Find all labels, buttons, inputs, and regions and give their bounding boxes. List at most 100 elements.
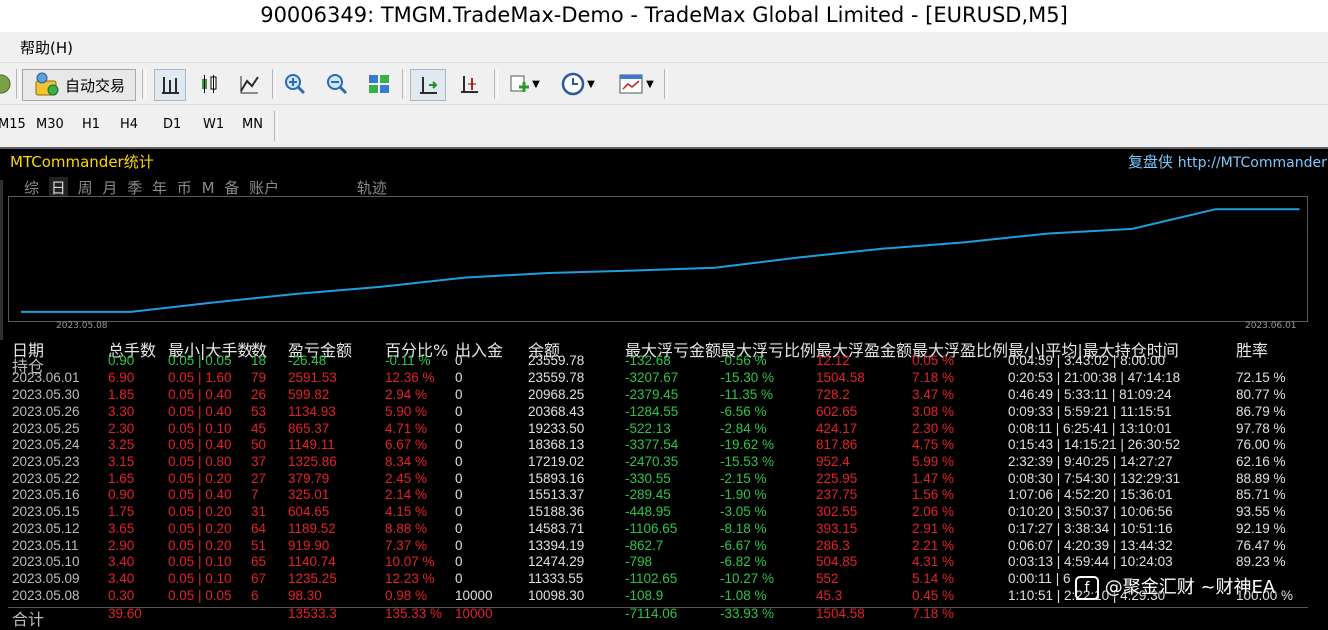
cell-maxloss: -289.45 (625, 487, 671, 503)
cell-lots: 0.30 (108, 587, 135, 603)
timeframe-m30[interactable]: M30 (36, 117, 64, 132)
cell-balance: 15188.36 (528, 504, 585, 520)
cell-maxprofit-pct: 2.06 % (912, 504, 955, 520)
table-row: 2023.05.15 1.75 0.05 | 0.20 31 604.65 4.15 % 0… (0, 504, 1310, 521)
tab-yearly[interactable]: 年 (152, 177, 167, 198)
globe-icon[interactable] (0, 69, 12, 99)
cell-inout: 10000 (455, 587, 493, 603)
equity-point (630, 269, 633, 272)
watermark-text: @聚金汇财 ~财神EA (1104, 577, 1276, 598)
x-tick-start: 2023.05.08 (56, 321, 108, 331)
cell-date: 2023.05.08 (12, 587, 80, 603)
tab-currency[interactable]: 币 (177, 177, 192, 198)
tab-quarterly[interactable]: 季 (127, 177, 142, 198)
holding-row: 持仓 0.90 0.05 | 0.05 18 -26.48 -0.11 % 0 23559.7… (0, 352, 1310, 376)
cell-times: 0:09:33 | 5:59:21 | 11:15:51 (1008, 403, 1172, 419)
line-chart-icon[interactable] (234, 69, 264, 99)
cell-maxprofit-pct: 0.45 % (912, 587, 955, 603)
cell-count: 51 (251, 537, 267, 553)
cell-pct: 12.23 % (385, 571, 435, 587)
cell-pct: 2.14 % (385, 487, 428, 503)
cell-inout: 0 (455, 420, 463, 436)
auto-trading-icon (35, 72, 59, 96)
zoom-out-icon[interactable] (322, 69, 352, 99)
cell-minmax: 0.05 | 0.20 (168, 537, 232, 553)
timeframe-w1[interactable]: W1 (203, 117, 224, 132)
cell-winrate: 97.78 % (1236, 420, 1286, 436)
cell-balance: 23559.78 (528, 352, 585, 368)
tab-trajectory[interactable]: 轨迹 (357, 177, 387, 198)
cell-maxloss: -2470.35 (625, 454, 679, 470)
tile-windows-icon[interactable] (364, 69, 394, 99)
zoom-in-icon[interactable] (280, 69, 310, 99)
cell-minmax: 0.05 | 0.10 (168, 571, 232, 587)
chart-shift-icon[interactable] (452, 69, 486, 99)
cell-pct: -0.11 % (385, 352, 431, 368)
cell-maxloss-pct: -6.82 % (720, 554, 767, 570)
tab-summary[interactable]: 综 (24, 177, 39, 198)
auto-trading-button[interactable]: 自动交易 (22, 69, 136, 101)
cell-winrate: 62.16 % (1236, 454, 1286, 470)
cell-balance: 18368.13 (528, 437, 585, 453)
cell-balance: 20968.25 (528, 387, 585, 403)
periods-menu-button[interactable]: ▼ (556, 69, 600, 99)
cell-minmax: 0.05 | 0.20 (168, 470, 232, 486)
total-divider (8, 607, 1308, 608)
cell-pnl: 599.82 (288, 387, 330, 403)
cell-inout: 0 (455, 537, 463, 553)
bar-chart-icon[interactable] (154, 69, 186, 101)
cell-times: 0:08:11 | 6:25:41 | 13:10:01 (1008, 420, 1172, 436)
cell-balance: 10098.30 (528, 587, 585, 603)
cell-date: 2023.05.15 (12, 504, 80, 520)
timeframe-m15[interactable]: M15 (0, 117, 26, 132)
tab-account[interactable]: 账户 (249, 177, 279, 198)
indicators-menu-button[interactable]: ▼ (502, 69, 546, 99)
tab-weekly[interactable]: 周 (78, 177, 93, 198)
cell-maxprofit: 952.4 (816, 454, 850, 470)
templates-menu-button[interactable]: ▼ (612, 69, 660, 99)
table-row: 2023.05.26 3.30 0.05 | 0.40 53 1134.93 5.90 %… (0, 404, 1310, 421)
timeframe-mn[interactable]: MN (242, 117, 263, 132)
cell-maxprofit-pct: 5.99 % (912, 454, 955, 470)
auto-scroll-icon[interactable] (410, 69, 446, 101)
cell-pnl: 1149.11 (288, 437, 335, 453)
cell-count: 6 (251, 587, 259, 603)
timeframe-h1[interactable]: H1 (82, 117, 100, 132)
cell-balance: 11333.55 (528, 571, 584, 587)
equity-point (463, 276, 466, 279)
timeframe-h4[interactable]: H4 (120, 117, 138, 132)
timeframe-d1[interactable]: D1 (163, 117, 181, 132)
cell-count: 53 (251, 403, 267, 419)
cell-maxloss: -448.95 (625, 504, 671, 520)
cell-maxprofit-pct: 2.91 % (912, 520, 955, 536)
cell-maxloss: -3207.67 (625, 370, 679, 386)
table-row: 2023.05.25 2.30 0.05 | 0.10 45 865.37 4.71 % 0… (0, 421, 1310, 438)
cell-maxprofit-pct: 4.75 % (912, 437, 955, 453)
candlestick-icon[interactable] (194, 69, 224, 99)
cell-date: 2023.05.23 (12, 454, 80, 470)
cell-maxloss: -1284.55 (625, 403, 679, 419)
cell-times: 0:08:30 | 7:54:30 | 132:29:31 (1008, 470, 1181, 486)
tab-notes[interactable]: 备 (224, 177, 239, 198)
cell-balance: 20368.43 (528, 403, 585, 419)
template-icon (619, 74, 643, 94)
brand-url[interactable]: http://MTCommander (1178, 155, 1327, 171)
tab-daily[interactable]: 日 (48, 177, 68, 198)
cell-winrate: 92.19 % (1236, 520, 1286, 536)
cell-pnl: 13533.3 (288, 606, 337, 622)
tab-magic[interactable]: M (202, 179, 215, 197)
cell-pnl: -26.48 (288, 352, 327, 368)
cell-minmax: 0.05 | 0.10 (168, 554, 232, 570)
menu-help[interactable]: 帮助(H) (20, 37, 73, 58)
cell-winrate: 88.89 % (1236, 470, 1286, 486)
cell-winrate: 89.23 % (1236, 554, 1286, 570)
cell-maxprofit: 286.3 (816, 537, 850, 553)
cell-pct: 4.15 % (385, 504, 428, 520)
cell-lots: 2.30 (108, 420, 135, 436)
cell-minmax: 0.05 | 0.20 (168, 520, 232, 536)
cell-lots: 3.30 (108, 403, 135, 419)
equity-point (714, 266, 716, 269)
cell-minmax: 0.05 | 0.40 (168, 487, 232, 503)
tab-monthly[interactable]: 月 (102, 177, 117, 198)
cell-balance: 14583.71 (528, 520, 585, 536)
